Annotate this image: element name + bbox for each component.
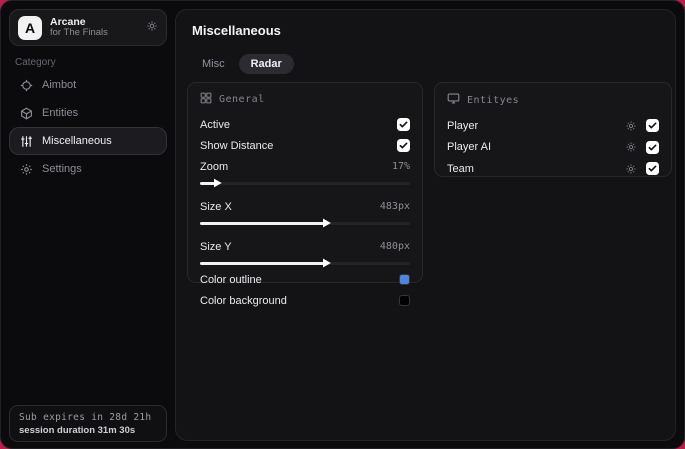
general-panel: General Active Show Distance Zoom 17% Si… xyxy=(187,82,423,307)
cube-icon xyxy=(19,107,33,120)
player-ai-checkbox[interactable] xyxy=(646,140,659,154)
setting-label: Color background xyxy=(200,294,287,307)
gear-icon[interactable] xyxy=(625,141,637,153)
setting-label: Active xyxy=(200,118,230,131)
slider-thumb[interactable] xyxy=(213,178,222,188)
sliders-icon xyxy=(19,135,33,148)
color-outline-swatch[interactable] xyxy=(399,274,410,285)
setting-label: Size Y xyxy=(200,240,232,253)
general-panel-title: General xyxy=(219,94,265,105)
sidebar-nav: Aimbot Entities Miscellaneous Settings xyxy=(9,71,167,183)
entity-label: Team xyxy=(447,162,474,175)
app-subtitle: for The Finals xyxy=(50,27,108,39)
size-x-value: 483px xyxy=(379,201,410,212)
crosshair-icon xyxy=(19,79,33,92)
zoom-value: 17% xyxy=(391,161,410,172)
gear-icon xyxy=(19,163,33,176)
player-checkbox[interactable] xyxy=(646,119,659,133)
sidebar-item-miscellaneous[interactable]: Miscellaneous xyxy=(9,127,167,155)
session-duration-text: session duration 31m 30s xyxy=(19,424,136,436)
active-checkbox[interactable] xyxy=(397,118,410,131)
setting-row-zoom: Zoom 17% xyxy=(200,156,410,177)
entity-row-player: Player xyxy=(447,115,659,137)
sidebar-item-label: Settings xyxy=(42,163,82,175)
check-icon xyxy=(648,122,657,129)
setting-row-color-background: Color background xyxy=(200,290,410,311)
sidebar: A Arcane for The Finals Category Aimbot … xyxy=(1,1,175,448)
check-icon xyxy=(648,144,657,151)
app-header-card: A Arcane for The Finals xyxy=(9,9,167,46)
setting-row-show-distance: Show Distance xyxy=(200,135,410,156)
tab-misc[interactable]: Misc xyxy=(190,54,237,74)
sidebar-item-settings[interactable]: Settings xyxy=(9,155,167,183)
size-y-value: 480px xyxy=(379,241,410,252)
gear-icon[interactable] xyxy=(625,163,637,175)
sidebar-item-label: Miscellaneous xyxy=(42,135,112,147)
setting-row-size-x: Size X 483px xyxy=(200,196,410,217)
team-checkbox[interactable] xyxy=(646,162,659,176)
slider-thumb[interactable] xyxy=(322,258,331,268)
app-logo: A xyxy=(18,15,42,40)
app-window: A Arcane for The Finals Category Aimbot … xyxy=(0,0,685,449)
category-label: Category xyxy=(15,57,56,68)
entity-label: Player AI xyxy=(447,141,492,154)
page-title: Miscellaneous xyxy=(192,23,281,38)
show-distance-checkbox[interactable] xyxy=(397,139,410,152)
setting-row-active: Active xyxy=(200,114,410,135)
main-panel: Miscellaneous Misc Radar General Active … xyxy=(175,9,676,441)
entities-panel: Entityes Player Player AI Team xyxy=(434,82,672,177)
check-icon xyxy=(399,121,408,128)
entity-row-player-ai: Player AI xyxy=(447,137,659,159)
check-icon xyxy=(648,165,657,172)
tab-radar[interactable]: Radar xyxy=(238,54,294,74)
gear-icon[interactable] xyxy=(625,120,637,132)
check-icon xyxy=(399,142,408,149)
gear-icon[interactable] xyxy=(146,20,158,35)
zoom-slider[interactable] xyxy=(200,177,410,189)
setting-row-color-outline: Color outline xyxy=(200,269,410,290)
size-y-slider[interactable] xyxy=(200,257,410,269)
sidebar-item-label: Entities xyxy=(42,107,79,119)
layout-grid-icon xyxy=(200,92,212,107)
monitor-icon xyxy=(447,92,460,108)
setting-label: Color outline xyxy=(200,273,262,286)
entity-label: Player xyxy=(447,119,479,132)
subscription-info-card: Sub expires in 28d 21h session duration … xyxy=(9,405,167,442)
setting-label: Show Distance xyxy=(200,139,274,152)
sub-expires-text: Sub expires in 28d 21h xyxy=(19,411,152,423)
color-background-swatch[interactable] xyxy=(399,295,410,306)
setting-label: Size X xyxy=(200,200,232,213)
setting-row-size-y: Size Y 480px xyxy=(200,236,410,257)
slider-thumb[interactable] xyxy=(322,218,331,228)
sidebar-item-label: Aimbot xyxy=(42,79,77,91)
size-x-slider[interactable] xyxy=(200,217,410,229)
entities-panel-title: Entityes xyxy=(467,94,520,106)
setting-label: Zoom xyxy=(200,160,229,173)
entity-row-team: Team xyxy=(447,158,659,180)
sidebar-item-aimbot[interactable]: Aimbot xyxy=(9,71,167,99)
tab-bar: Misc Radar xyxy=(190,54,294,74)
sidebar-item-entities[interactable]: Entities xyxy=(9,99,167,127)
